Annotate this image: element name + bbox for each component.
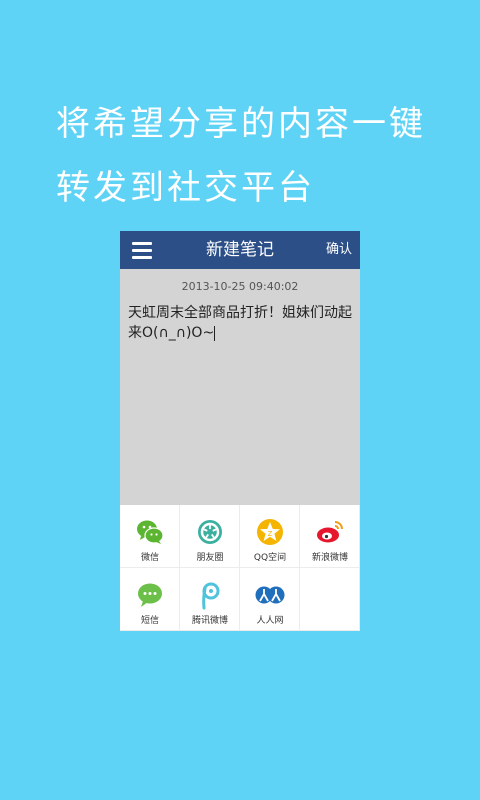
confirm-button[interactable]: 确认 bbox=[326, 231, 352, 269]
share-wechat-button[interactable]: 微信 bbox=[120, 505, 180, 568]
share-sms-label: 短信 bbox=[140, 616, 159, 626]
share-moments-button[interactable]: 朋友圈 bbox=[180, 505, 240, 568]
page-title: 新建笔记 bbox=[206, 240, 274, 260]
empty-cell bbox=[300, 568, 360, 631]
qzone-icon: Z bbox=[257, 519, 283, 545]
title-bar: 新建笔记 确认 bbox=[120, 231, 360, 269]
share-tencent-weibo-button[interactable]: 腾讯微博 bbox=[180, 568, 240, 631]
share-sms-button[interactable]: 短信 bbox=[120, 568, 180, 631]
menu-icon[interactable] bbox=[132, 241, 152, 259]
share-moments-label: 朋友圈 bbox=[196, 553, 224, 563]
phone-screen: 新建笔记 确认 2013-10-25 09:40:02 天虹周末全部商品打折！姐… bbox=[120, 231, 360, 631]
weibo-icon bbox=[317, 521, 343, 543]
promo-headline-line1: 将希望分享的内容一键 bbox=[56, 104, 426, 144]
share-weibo-button[interactable]: 新浪微博 bbox=[300, 505, 360, 568]
share-grid: 微信 朋友圈 Z QQ空间 新浪微博 短信 腾讯微博 人人网 bbox=[120, 505, 360, 631]
note-editor[interactable]: 2013-10-25 09:40:02 天虹周末全部商品打折！姐妹们动起来O(∩… bbox=[120, 269, 360, 505]
share-renren-button[interactable]: 人人网 bbox=[240, 568, 300, 631]
text-cursor bbox=[214, 325, 216, 341]
renren-icon bbox=[255, 586, 285, 604]
share-qzone-label: QQ空间 bbox=[253, 553, 287, 563]
share-tencent-weibo-label: 腾讯微博 bbox=[191, 616, 228, 626]
share-qzone-button[interactable]: Z QQ空间 bbox=[240, 505, 300, 568]
svg-text:Z: Z bbox=[268, 530, 273, 538]
wechat-icon bbox=[137, 520, 164, 544]
note-text-field[interactable]: 天虹周末全部商品打折！姐妹们动起来O(∩_∩)O~ bbox=[128, 303, 354, 343]
note-text: 天虹周末全部商品打折！姐妹们动起来O(∩_∩)O~ bbox=[128, 305, 352, 341]
promo-headline-line2: 转发到社交平台 bbox=[56, 168, 315, 208]
note-timestamp: 2013-10-25 09:40:02 bbox=[181, 280, 299, 293]
moments-icon bbox=[198, 520, 222, 544]
share-weibo-label: 新浪微博 bbox=[311, 553, 348, 563]
tencent-weibo-icon bbox=[202, 582, 220, 610]
share-wechat-label: 微信 bbox=[140, 553, 159, 563]
share-renren-label: 人人网 bbox=[256, 616, 284, 626]
sms-icon bbox=[138, 583, 162, 607]
